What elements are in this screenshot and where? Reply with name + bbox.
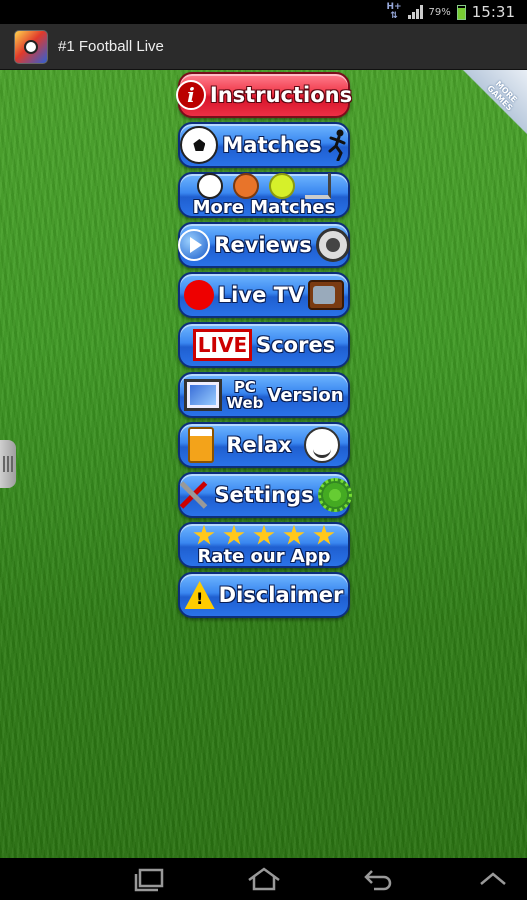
live-tv-label: Live TV bbox=[217, 283, 305, 307]
battery-percent: 79% bbox=[428, 6, 451, 18]
tv-icon bbox=[308, 280, 345, 310]
main-content: MORE GAMES i Instructions Matches More M… bbox=[0, 70, 527, 858]
film-reel-icon bbox=[315, 228, 350, 262]
reviews-label: Reviews bbox=[214, 233, 312, 257]
matches-button[interactable]: Matches bbox=[178, 122, 350, 168]
battery-icon bbox=[456, 4, 466, 20]
web-label: Web bbox=[226, 394, 264, 412]
status-bar: H+ ⇅ 79% 15:31 bbox=[0, 0, 527, 24]
live-tv-button[interactable]: Live TV bbox=[178, 272, 350, 318]
basketball-icon bbox=[233, 173, 259, 199]
pc-web-version-button[interactable]: PC Web Version bbox=[178, 372, 350, 418]
rate-app-label: Rate our App bbox=[197, 545, 331, 567]
disclaimer-label: Disclaimer bbox=[218, 583, 344, 607]
star-icon bbox=[253, 524, 275, 545]
up-chevron-icon[interactable] bbox=[478, 866, 508, 892]
status-clock: 15:31 bbox=[471, 3, 515, 21]
network-type-icon: H+ ⇅ bbox=[386, 2, 402, 21]
more-matches-label: More Matches bbox=[192, 197, 336, 218]
version-label: Version bbox=[267, 384, 344, 406]
live-scores-button[interactable]: LIVE Scores bbox=[178, 322, 350, 368]
settings-label: Settings bbox=[214, 483, 314, 507]
pc-web-label: PC Web bbox=[226, 379, 263, 411]
more-games-label: MORE GAMES bbox=[485, 79, 519, 113]
pc-label: PC bbox=[233, 378, 256, 396]
tennis-ball-icon bbox=[269, 173, 295, 199]
rating-stars bbox=[193, 524, 335, 547]
computer-monitor-icon bbox=[184, 379, 223, 411]
rate-app-button[interactable]: Rate our App bbox=[178, 522, 350, 568]
reviews-button[interactable]: Reviews bbox=[178, 222, 350, 268]
football-icon bbox=[180, 126, 219, 164]
star-icon bbox=[223, 524, 245, 545]
app-title: #1 Football Live bbox=[58, 38, 164, 55]
relax-label: Relax bbox=[226, 433, 292, 457]
home-icon[interactable] bbox=[246, 866, 282, 892]
side-drawer-handle[interactable] bbox=[0, 440, 16, 488]
scores-label: Scores bbox=[256, 333, 336, 357]
recent-apps-icon[interactable] bbox=[132, 866, 166, 892]
football-icon bbox=[197, 173, 223, 199]
sports-icons bbox=[197, 173, 331, 199]
navigation-bar bbox=[0, 858, 527, 900]
instructions-button[interactable]: i Instructions bbox=[175, 72, 353, 118]
star-icon bbox=[283, 524, 305, 545]
warning-icon: ! bbox=[184, 581, 215, 609]
back-icon[interactable] bbox=[362, 866, 394, 892]
relax-button[interactable]: Relax bbox=[178, 422, 350, 468]
gear-icon bbox=[317, 478, 352, 512]
main-menu: i Instructions Matches More Matches Revi… bbox=[175, 72, 353, 622]
disclaimer-button[interactable]: ! Disclaimer bbox=[178, 572, 350, 618]
app-logo-icon[interactable] bbox=[14, 29, 48, 64]
hockey-stick-icon bbox=[305, 173, 331, 199]
star-icon bbox=[313, 524, 335, 545]
record-dot-icon bbox=[183, 280, 214, 310]
info-icon: i bbox=[175, 80, 206, 110]
play-icon bbox=[178, 229, 211, 261]
settings-button[interactable]: Settings bbox=[176, 472, 352, 518]
player-kicking-icon bbox=[328, 129, 346, 161]
beer-mug-icon bbox=[188, 427, 215, 463]
troll-face-icon bbox=[303, 427, 340, 463]
tools-icon bbox=[176, 478, 210, 512]
more-matches-button[interactable]: More Matches bbox=[178, 172, 350, 218]
matches-label: Matches bbox=[222, 133, 322, 157]
live-badge: LIVE bbox=[192, 329, 253, 361]
signal-strength-icon bbox=[407, 5, 423, 19]
action-bar: #1 Football Live bbox=[0, 24, 527, 70]
star-icon bbox=[193, 524, 215, 545]
more-games-corner-button[interactable]: MORE GAMES bbox=[461, 70, 527, 136]
instructions-label: Instructions bbox=[209, 83, 353, 107]
